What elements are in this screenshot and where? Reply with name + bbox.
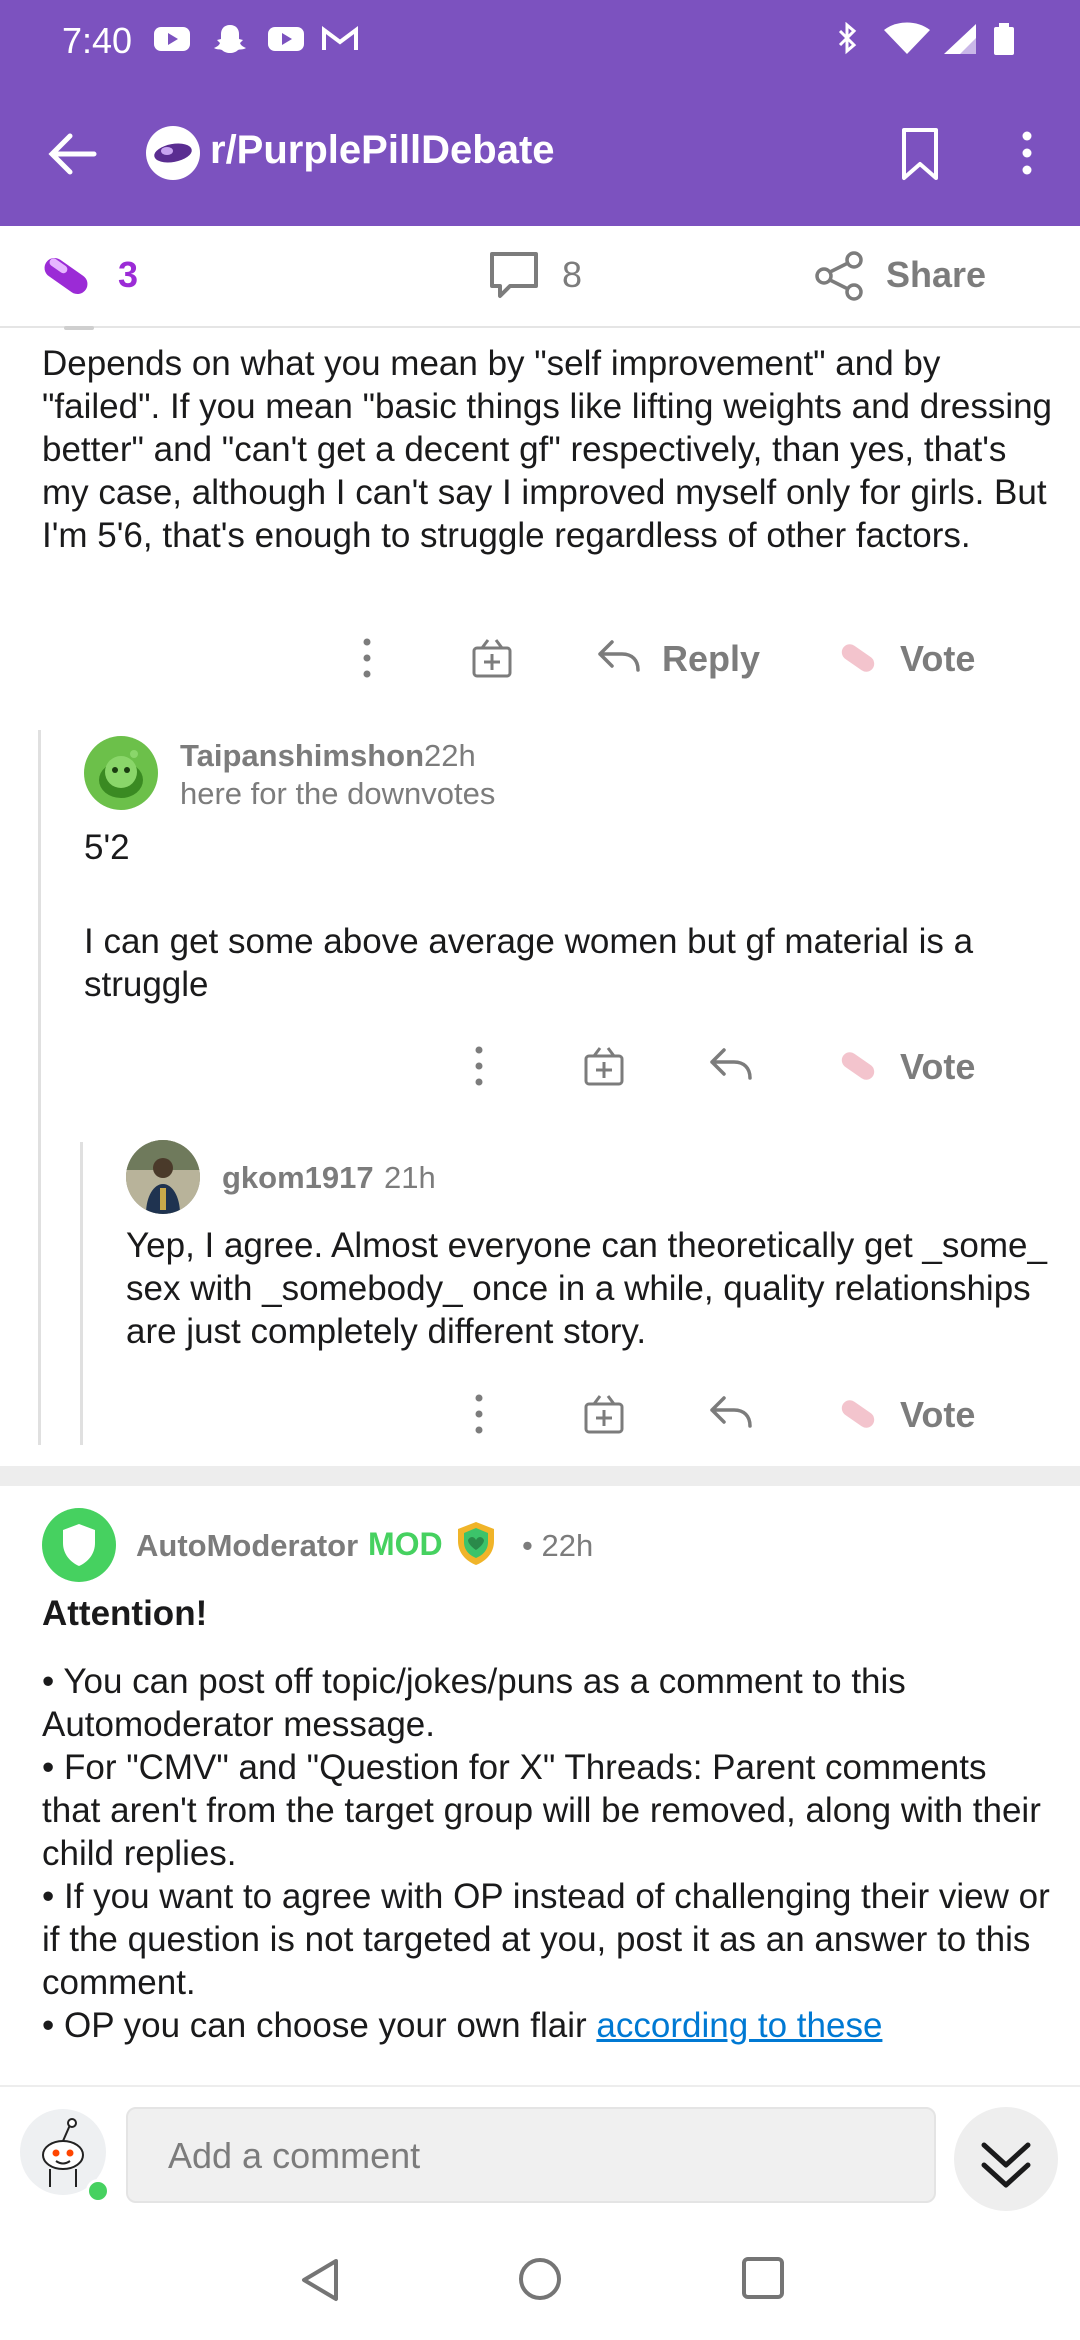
more-options-icon[interactable] xyxy=(352,636,382,680)
vote-label: Vote xyxy=(900,1394,976,1435)
comment-username[interactable]: Taipanshimshon xyxy=(180,738,424,774)
user-photo-avatar xyxy=(126,1140,200,1214)
faded-pill-vote-icon xyxy=(841,1400,875,1428)
purple-pill-icon xyxy=(154,143,192,163)
moderator-shield-award-icon xyxy=(458,1522,494,1565)
comment-timestamp: 22h xyxy=(424,738,476,773)
comment-username[interactable]: AutoModerator xyxy=(136,1528,358,1564)
post-action-bar: 3 8 Share xyxy=(0,226,1080,328)
subreddit-avatar[interactable] xyxy=(146,126,200,180)
comment-separator xyxy=(0,1466,1080,1486)
avatar-edge xyxy=(64,326,94,330)
bookmark-icon[interactable] xyxy=(896,126,944,182)
comment-body: Yep, I agree. Almost everyone can theore… xyxy=(126,1226,1047,1351)
share-icon xyxy=(815,251,863,301)
reply-label: Reply xyxy=(662,638,761,679)
award-gift-icon[interactable] xyxy=(582,1392,626,1436)
add-comment-input[interactable]: Add a comment xyxy=(126,2107,936,2203)
automod-bullet: • If you want to agree with OP instead o… xyxy=(42,1877,1050,2002)
automod-bullet: • You can post off topic/jokes/puns as a… xyxy=(42,1662,906,1744)
avatar[interactable] xyxy=(42,1508,116,1582)
automod-body: • You can post off topic/jokes/puns as a… xyxy=(0,1660,1080,2085)
purple-pill-vote-icon xyxy=(44,257,88,295)
comment-username[interactable]: gkom1917 xyxy=(222,1160,374,1196)
automod-bullet: • For "CMV" and "Question for X" Threads… xyxy=(42,1748,1041,1873)
bluetooth-icon xyxy=(838,22,857,55)
system-navigation-bar xyxy=(0,2215,1080,2340)
comments-button[interactable]: 8 xyxy=(486,246,606,306)
vote-label: Vote xyxy=(900,1046,976,1087)
status-time: 7:40 xyxy=(62,20,133,61)
snoo-avatar-icon xyxy=(99,750,143,798)
online-status-dot xyxy=(86,2179,110,2203)
reply-arrow-icon[interactable] xyxy=(708,1044,754,1084)
reply-button[interactable]: Reply xyxy=(596,632,766,688)
nav-recents-icon[interactable] xyxy=(740,2255,786,2301)
faded-pill-vote-icon xyxy=(841,644,875,672)
nav-back-icon[interactable] xyxy=(296,2255,344,2305)
vote-label: Vote xyxy=(900,638,976,679)
gmail-notification-icon xyxy=(322,26,358,50)
reply-arrow-icon xyxy=(598,640,640,672)
vote-count: 3 xyxy=(118,254,139,295)
avatar[interactable] xyxy=(84,736,158,810)
more-options-icon[interactable] xyxy=(464,1392,494,1436)
avatar[interactable] xyxy=(126,1140,200,1214)
battery-icon xyxy=(994,23,1014,55)
thread-line[interactable] xyxy=(38,730,41,1445)
comment-timestamp: 21h xyxy=(384,1160,436,1195)
share-label: Share xyxy=(886,254,987,295)
vote-button[interactable]: Vote xyxy=(836,1388,1006,1444)
snapchat-notification-icon xyxy=(214,25,246,53)
award-gift-icon[interactable] xyxy=(582,1044,626,1088)
user-flair: here for the downvotes xyxy=(180,776,496,811)
vote-button[interactable]: Vote xyxy=(836,632,1006,688)
automod-bullet: • OP you can choose your own flair accor… xyxy=(42,2004,1052,2047)
automod-title: Attention! xyxy=(42,1594,208,1633)
double-chevron-down-icon xyxy=(981,2142,1031,2188)
collapse-comments-button[interactable] xyxy=(954,2107,1058,2211)
cell-signal-icon xyxy=(944,24,976,54)
mod-badge: MOD xyxy=(368,1526,443,1562)
shield-icon xyxy=(63,1524,95,1566)
thread-line[interactable] xyxy=(80,1142,83,1445)
reply-arrow-icon[interactable] xyxy=(708,1392,754,1432)
comment-count: 8 xyxy=(562,254,583,295)
add-comment-placeholder: Add a comment xyxy=(168,2135,421,2176)
comment-bubble-icon xyxy=(490,252,538,298)
vote-button[interactable]: Vote xyxy=(836,1040,1006,1096)
comment-body: Depends on what you mean by "self improv… xyxy=(42,344,1053,555)
comment-body-paragraph: I can get some above average women but g… xyxy=(84,922,974,1004)
youtube-notification-icon-2 xyxy=(268,27,304,51)
overflow-menu-icon[interactable] xyxy=(1006,128,1048,178)
award-gift-icon[interactable] xyxy=(470,636,514,680)
share-button[interactable]: Share xyxy=(812,246,1002,306)
comment-body-line: 5'2 xyxy=(84,828,130,867)
app-header: 7:40 r/PurplePillDebate xyxy=(0,0,1080,226)
back-arrow-icon[interactable] xyxy=(44,126,100,182)
nav-home-icon[interactable] xyxy=(516,2255,564,2303)
automod-bullet-text: • OP you can choose your own flair xyxy=(42,2006,597,2045)
wifi-icon xyxy=(884,22,930,54)
comment-composer-bar: Add a comment xyxy=(0,2085,1080,2217)
more-options-icon[interactable] xyxy=(464,1044,494,1088)
youtube-notification-icon xyxy=(154,27,190,51)
comment-timestamp: • 22h xyxy=(522,1528,594,1563)
faded-pill-vote-icon xyxy=(841,1052,875,1080)
subreddit-name[interactable]: r/PurplePillDebate xyxy=(210,128,555,173)
vote-button[interactable]: 3 xyxy=(36,246,186,306)
flair-guidelines-link[interactable]: according to these xyxy=(596,2006,882,2045)
